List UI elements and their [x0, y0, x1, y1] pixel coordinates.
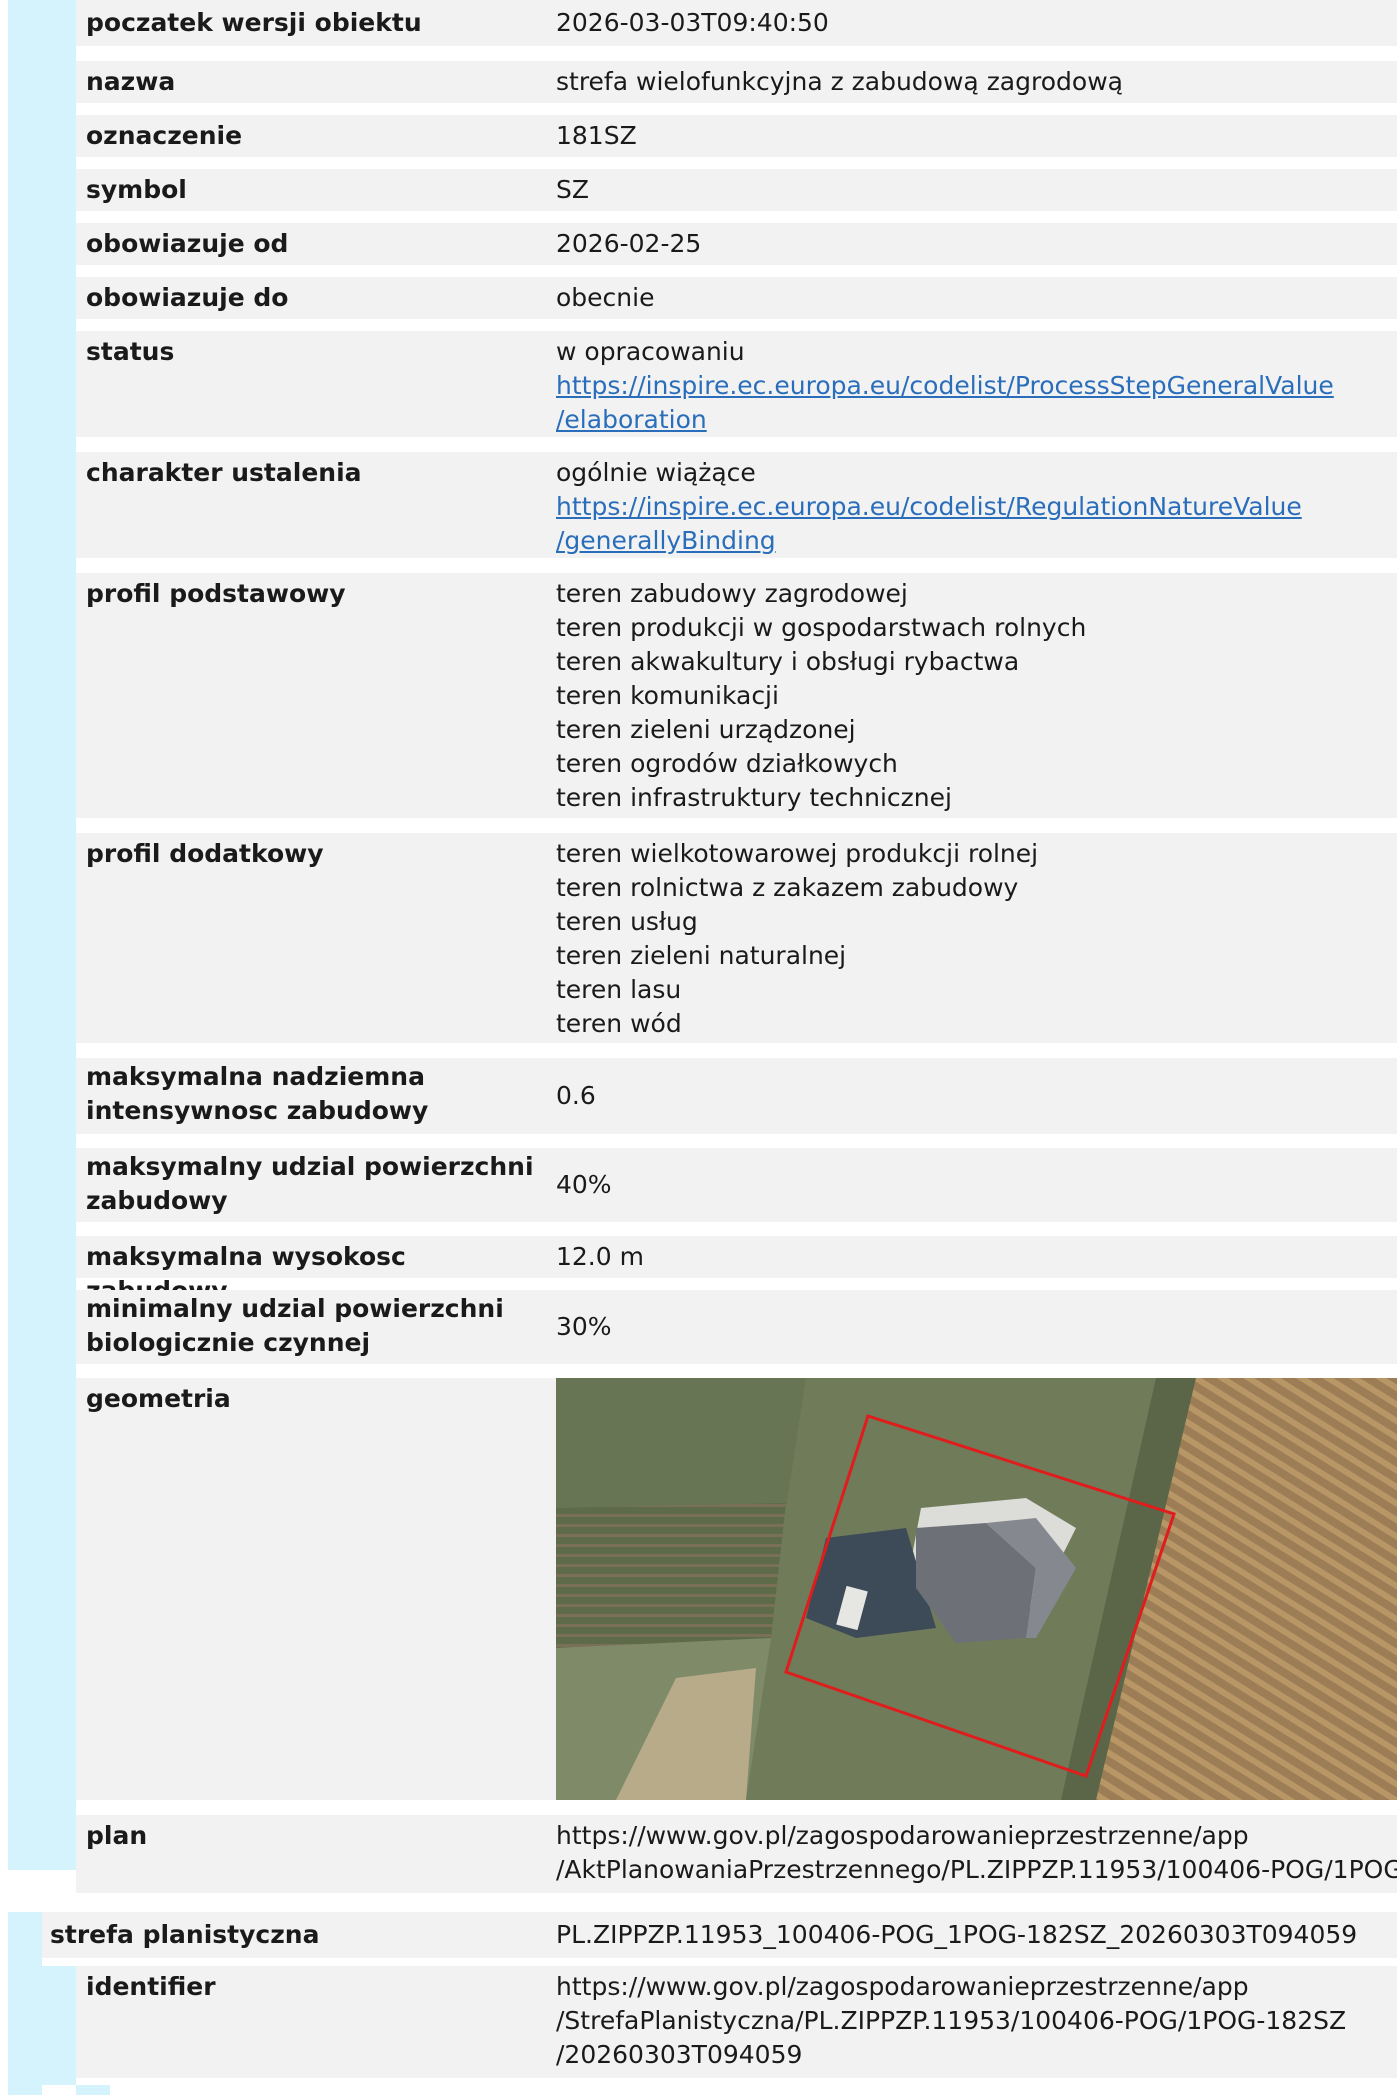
attr-value: w opracowaniu https://inspire.ec.europa.…	[556, 335, 1387, 437]
attr-label: poczatek wersji obiektu	[86, 8, 422, 37]
link-part: /elaboration	[556, 405, 707, 434]
attr-value: strefa wielofunkcyjna z zabudową zagrodo…	[556, 67, 1123, 96]
attr-row-oznaczenie: oznaczenie 181SZ	[76, 115, 1397, 157]
attr-value: 2026-03-03T09:40:50	[556, 8, 829, 37]
attr-label: nazwa	[86, 67, 176, 96]
attr-label: profil podstawowy	[86, 579, 346, 608]
plan-url-line: https://www.gov.pl/zagospodarowanieprzes…	[556, 1821, 1249, 1850]
attr-label: obowiazuje od	[86, 229, 289, 258]
attr-label: maksymalny udzial powierzchni zabudowy	[86, 1150, 546, 1218]
profil-item: teren wód	[556, 1009, 682, 1038]
attr-value: 0.6	[556, 1081, 596, 1110]
attr-row-profil-podstawowy: profil podstawowy teren zabudowy zagrodo…	[76, 573, 1397, 818]
profil-item: teren zieleni naturalnej	[556, 941, 847, 970]
attr-value: obecnie	[556, 283, 655, 312]
attr-row-identifier: identifier https://www.gov.pl/zagospodar…	[76, 1966, 1397, 2078]
attr-row-intensywnosc: maksymalna nadziemna intensywnosc zabudo…	[76, 1058, 1397, 1134]
attr-label: obowiazuje do	[86, 283, 289, 312]
attr-row-profil-dodatkowy: profil dodatkowy teren wielkotowarowej p…	[76, 833, 1397, 1043]
attr-row-obowiazuje-od: obowiazuje od 2026-02-25	[76, 223, 1397, 265]
status-codelist-link[interactable]: https://inspire.ec.europa.eu/codelist/Pr…	[556, 369, 1334, 437]
label-line: maksymalna nadziemna	[86, 1062, 425, 1091]
attr-value: 2026-02-25	[556, 229, 702, 258]
geometry-map[interactable]	[556, 1378, 1397, 1800]
attr-row-biologicznie-czynnej: minimalny udzial powierzchni biologiczni…	[76, 1290, 1397, 1364]
attr-row-charakter-ustalenia: charakter ustalenia ogólnie wiążące http…	[76, 452, 1397, 558]
profil-item: teren usług	[556, 907, 698, 936]
identifier-url-line: https://www.gov.pl/zagospodarowanieprzes…	[556, 1972, 1249, 2001]
attr-value: ogólnie wiążące https://inspire.ec.europ…	[556, 456, 1387, 558]
profil-item: teren lasu	[556, 975, 682, 1004]
label-line: maksymalny udzial powierzchni	[86, 1152, 534, 1181]
attr-row-symbol: symbol SZ	[76, 169, 1397, 211]
identifier-url-line: /StrefaPlanistyczna/PL.ZIPPZP.11953/1004…	[556, 2006, 1347, 2035]
attr-row-obowiazuje-do: obowiazuje do obecnie	[76, 277, 1397, 319]
label-line: minimalny udzial powierzchni	[86, 1294, 504, 1323]
attr-row-status: status w opracowaniu https://inspire.ec.…	[76, 331, 1397, 437]
inner-indent-strip-2	[42, 1966, 76, 2085]
attr-label: geometria	[86, 1384, 231, 1413]
attr-value: 40%	[556, 1170, 612, 1199]
profil-item: teren akwakultury i obsługi rybactwa	[556, 647, 1020, 676]
attr-value: https://www.gov.pl/zagospodarowanieprzes…	[556, 1819, 1397, 1887]
attr-value: teren zabudowy zagrodowej teren produkcj…	[556, 577, 1387, 815]
attr-row-plan: plan https://www.gov.pl/zagospodarowanie…	[76, 1815, 1397, 1893]
link-part: https://inspire.ec.europa.eu/codelist/Re…	[556, 492, 1302, 521]
next-row-indent	[76, 2085, 110, 2095]
section-strefa-planistyczna[interactable]: strefa planistyczna PL.ZIPPZP.11953_1004…	[42, 1912, 1397, 1958]
attr-value: SZ	[556, 175, 589, 204]
profil-item: teren ogrodów działkowych	[556, 749, 898, 778]
link-part: https://inspire.ec.europa.eu/codelist/Pr…	[556, 371, 1334, 400]
profil-item: teren wielkotowarowej produkcji rolnej	[556, 839, 1039, 868]
label-line: intensywnosc zabudowy	[86, 1096, 429, 1125]
label-line: zabudowy	[86, 1186, 228, 1215]
attr-row-geometria: geometria	[76, 1378, 1397, 1800]
label-line: biologicznie czynnej	[86, 1328, 371, 1357]
attr-label: symbol	[86, 175, 187, 204]
attr-label: identifier	[86, 1972, 216, 2001]
charakter-text: ogólnie wiążące	[556, 458, 756, 487]
attr-label: oznaczenie	[86, 121, 243, 150]
attr-value: 12.0 m	[556, 1242, 644, 1271]
attr-label: charakter ustalenia	[86, 458, 362, 487]
charakter-codelist-link[interactable]: https://inspire.ec.europa.eu/codelist/Re…	[556, 490, 1302, 558]
attr-row-udzial-zabudowy: maksymalny udzial powierzchni zabudowy 4…	[76, 1148, 1397, 1222]
profil-item: teren produkcji w gospodarstwach rolnych	[556, 613, 1087, 642]
profil-item: teren rolnictwa z zakazem zabudowy	[556, 873, 1019, 902]
profil-item: teren komunikacji	[556, 681, 779, 710]
left-indent-strip	[8, 0, 42, 1870]
attr-row-poczatek-wersji: poczatek wersji obiektu 2026-03-03T09:40…	[76, 0, 1397, 46]
attr-value: 181SZ	[556, 121, 637, 150]
link-part: /generallyBinding	[556, 526, 776, 555]
attr-label: plan	[86, 1821, 148, 1850]
identifier-url-line: /20260303T094059	[556, 2040, 803, 2069]
profil-item: teren infrastruktury technicznej	[556, 783, 952, 812]
attr-value: 30%	[556, 1312, 612, 1341]
profil-item: teren zabudowy zagrodowej	[556, 579, 908, 608]
attr-label: maksymalna nadziemna intensywnosc zabudo…	[86, 1060, 546, 1128]
attr-row-nazwa: nazwa strefa wielofunkcyjna z zabudową z…	[76, 61, 1397, 103]
attr-label: minimalny udzial powierzchni biologiczni…	[86, 1292, 546, 1360]
satellite-map-image	[556, 1378, 1397, 1800]
section-value: PL.ZIPPZP.11953_100406-POG_1POG-182SZ_20…	[556, 1920, 1358, 1949]
attr-label: profil dodatkowy	[86, 839, 324, 868]
attr-value: teren wielkotowarowej produkcji rolnej t…	[556, 837, 1387, 1041]
profil-item: teren zieleni urządzonej	[556, 715, 856, 744]
left-indent-strip-2	[8, 1912, 42, 2095]
attr-label: status	[86, 337, 175, 366]
attr-row-wysokosc: maksymalna wysokosc zabudowy 12.0 m	[76, 1236, 1397, 1305]
section-label: strefa planistyczna	[50, 1920, 320, 1949]
inner-indent-strip	[42, 0, 76, 1870]
attr-value: https://www.gov.pl/zagospodarowanieprzes…	[556, 1970, 1387, 2072]
status-text: w opracowaniu	[556, 337, 745, 366]
plan-url-line: /AktPlanowaniaPrzestrzennego/PL.ZIPPZP.1…	[556, 1855, 1397, 1884]
